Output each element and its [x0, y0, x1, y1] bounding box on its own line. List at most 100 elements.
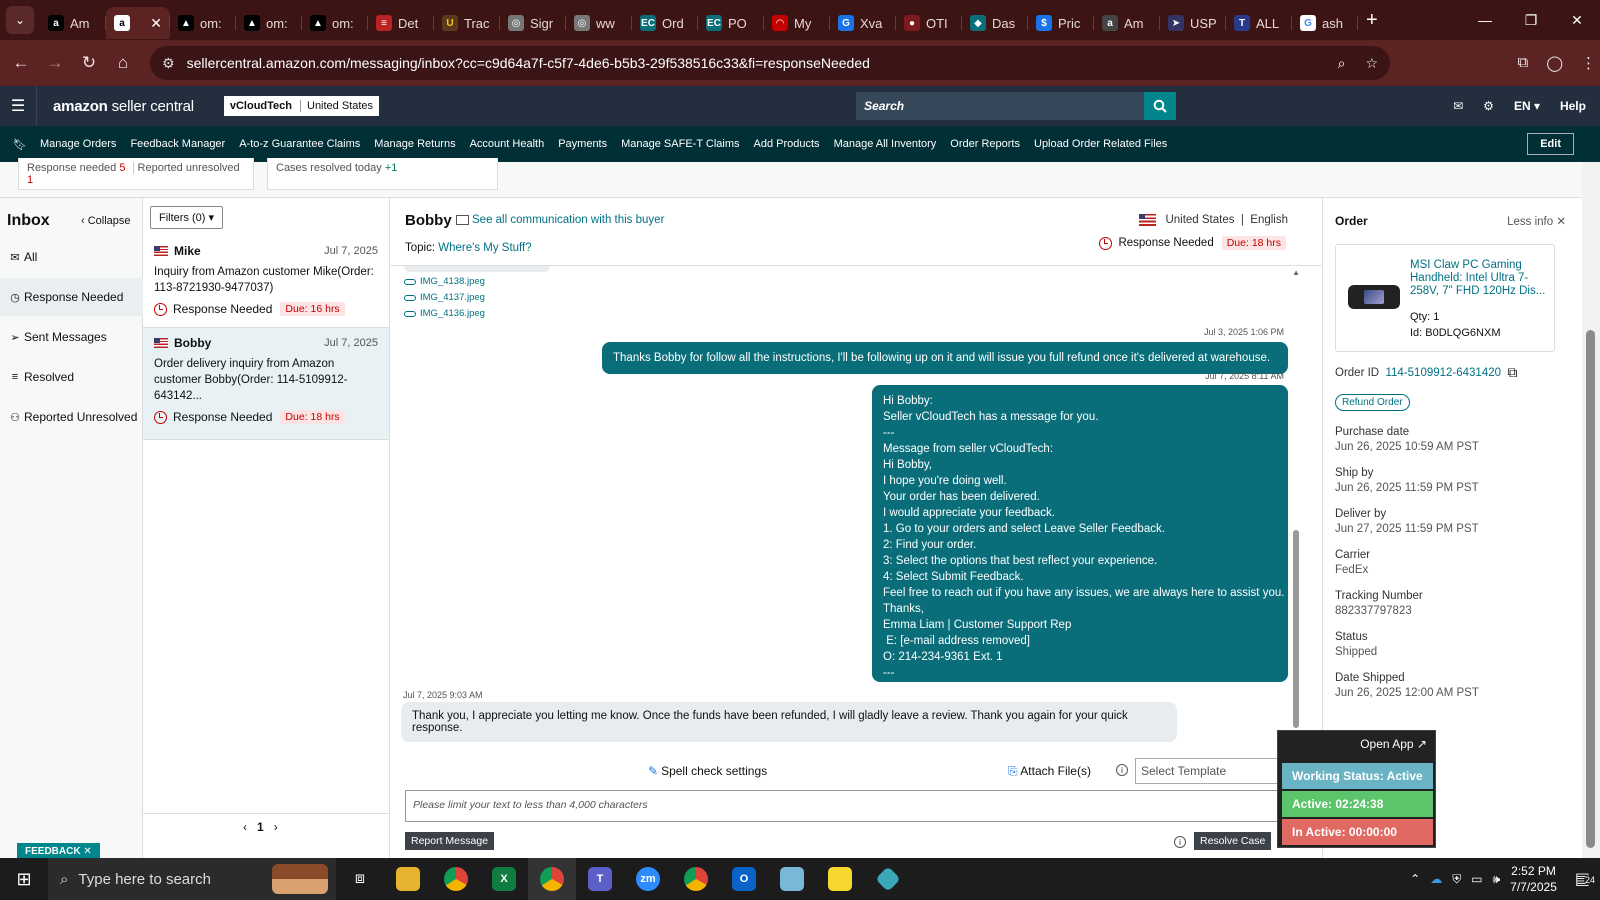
copy-icon[interactable]: ⧉ — [1507, 364, 1517, 381]
task-view-icon[interactable]: ⧈ — [336, 858, 384, 900]
outlook-icon[interactable]: O — [720, 858, 768, 900]
page-scrollbar[interactable] — [1582, 162, 1600, 858]
browser-tab[interactable]: ▲ om: — [236, 7, 302, 39]
chrome-icon[interactable] — [432, 858, 480, 900]
thread-scroll-thumb[interactable] — [1293, 530, 1299, 728]
close-window-icon[interactable]: ✕ — [1554, 12, 1600, 29]
taskbar-clock[interactable]: 2:52 PM 7/7/2025 — [1510, 863, 1557, 895]
tray-chevron-up-icon[interactable]: ⌃ — [1410, 872, 1420, 886]
url-bar[interactable]: ⚙ sellercentral.amazon.com/messaging/inb… — [150, 46, 1390, 80]
reload-icon[interactable]: ↻ — [72, 53, 106, 73]
browser-tab[interactable]: $ Pric — [1028, 7, 1094, 39]
help-link[interactable]: Help — [1560, 99, 1586, 113]
zoom-icon[interactable]: zm — [624, 858, 672, 900]
browser-tab[interactable]: G Xva — [830, 7, 896, 39]
bookmark-icon[interactable]: 🔖︎ — [0, 138, 40, 151]
new-tab-plus-icon[interactable]: + — [1366, 9, 1378, 32]
next-page-icon[interactable]: › — [274, 820, 278, 834]
profile-avatar-icon[interactable]: ◯ — [1546, 54, 1563, 72]
collapse-button[interactable]: ‹ Collapse — [81, 215, 131, 227]
taskbar-search[interactable]: ⌕ Type here to search — [48, 858, 336, 900]
browser-tab[interactable]: Gash — [1292, 7, 1358, 39]
list-item[interactable]: Mike Jul 7, 2025 Inquiry from Amazon cust… — [143, 236, 389, 328]
product-title-link[interactable]: MSI Claw PC Gaming Handheld: Intel Ultra… — [1410, 259, 1550, 298]
folder-sent-messages[interactable]: ➢ Sent Messages — [0, 318, 143, 356]
nav-item[interactable]: A-to-z Guarantee Claims — [239, 138, 360, 150]
extensions-puzzle-icon[interactable]: ⧉ — [1517, 54, 1528, 72]
browser-tab[interactable]: ◎ Sigr — [500, 7, 566, 39]
summary-card-response[interactable]: Response needed 5 Reported unresolved 1 — [18, 158, 254, 190]
account-switcher[interactable]: vCloudTech United States — [223, 96, 380, 116]
security-icon[interactable]: ⛨ — [1452, 872, 1461, 887]
report-message-button[interactable]: Report Message — [405, 832, 495, 850]
edit-nav-button[interactable]: Edit — [1527, 133, 1574, 155]
teams-icon[interactable]: T — [576, 858, 624, 900]
language-selector[interactable]: EN ▾ — [1514, 99, 1540, 113]
list-item-selected[interactable]: Bobby Jul 7, 2025 Order delivery inquiry … — [143, 328, 389, 440]
home-icon[interactable]: ⌂ — [106, 53, 140, 73]
search-icon[interactable] — [1144, 92, 1177, 120]
attach-files-button[interactable]: ⎘ Attach File(s) — [1008, 764, 1091, 779]
filters-button[interactable]: Filters (0) ▾ — [150, 206, 224, 229]
browser-tab[interactable]: ▲ om: — [170, 7, 236, 39]
see-all-communication-link[interactable]: See all communication with this buyer — [456, 214, 664, 226]
spell-check-settings-link[interactable]: ✎ Spell check settings — [648, 764, 767, 778]
order-id-link[interactable]: 114-5109912-6431420 — [1385, 367, 1501, 379]
restore-icon[interactable]: ❐ — [1508, 12, 1554, 29]
resolve-case-button[interactable]: Resolve Case — [1194, 832, 1272, 850]
browser-tab[interactable]: ● OTI — [896, 7, 962, 39]
back-arrow-icon[interactable]: ← — [4, 53, 38, 73]
folder-response-needed[interactable]: ◷ Response Needed — [0, 278, 143, 316]
browser-tab[interactable]: ◎ ww — [566, 7, 632, 39]
nav-item[interactable]: Payments — [558, 138, 607, 150]
nav-item[interactable]: Manage All Inventory — [834, 138, 937, 150]
message-thread[interactable]: IMG_4138.jpeg IMG_4137.jpeg IMG_4136.jpe… — [390, 266, 1322, 754]
topic-link[interactable]: Where's My Stuff? — [438, 242, 531, 254]
resolve-info-icon[interactable]: i — [1174, 836, 1186, 848]
browser-tab[interactable]: a Am — [40, 7, 106, 39]
attachment-link[interactable]: IMG_4138.jpeg — [404, 276, 485, 287]
site-info-icon[interactable]: ⚙ — [162, 55, 175, 72]
chrome-alt-icon[interactable] — [672, 858, 720, 900]
notepad-icon[interactable] — [768, 858, 816, 900]
tab-search-chevron-icon[interactable]: ⌄ — [6, 6, 34, 34]
reply-textbox[interactable]: Please limit your text to less than 4,00… — [405, 790, 1282, 822]
onedrive-icon[interactable]: ☁ — [1430, 872, 1442, 886]
refund-order-button[interactable]: Refund Order — [1335, 394, 1410, 411]
nav-item[interactable]: Account Health — [470, 138, 545, 150]
file-explorer-icon[interactable] — [384, 858, 432, 900]
browser-tab[interactable]: ≡ Det — [368, 7, 434, 39]
browser-menu-icon[interactable]: ⋮ — [1581, 54, 1596, 72]
browser-tab[interactable]: T ALL — [1226, 7, 1292, 39]
browser-tab[interactable]: a Am — [1094, 7, 1160, 39]
seller-central-logo[interactable]: amazon seller central — [36, 86, 194, 126]
attachment-link[interactable]: IMG_4136.jpeg — [404, 308, 485, 319]
less-info-button[interactable]: Less info ✕ — [1507, 214, 1566, 228]
excel-icon[interactable]: X — [480, 858, 528, 900]
browser-tab[interactable]: a ✕ — [106, 7, 170, 39]
settings-gear-icon[interactable]: ⚙ — [1483, 99, 1494, 113]
minimize-icon[interactable]: — — [1462, 12, 1508, 29]
bookmark-star-icon[interactable]: ☆ — [1365, 55, 1378, 72]
summary-card-resolved[interactable]: Cases resolved today +1 — [267, 158, 498, 190]
mail-icon[interactable]: ✉ — [1453, 99, 1463, 113]
product-image[interactable] — [1348, 285, 1400, 309]
forward-arrow-icon[interactable]: → — [38, 53, 72, 73]
sticky-notes-icon[interactable] — [816, 858, 864, 900]
windows-start-icon[interactable]: ⊞ — [0, 869, 48, 890]
browser-tab[interactable]: ◠ My — [764, 7, 830, 39]
nav-item[interactable]: Manage Returns — [374, 138, 455, 150]
browser-tab[interactable]: ▲ om: — [302, 7, 368, 39]
browser-tab[interactable]: EC PO — [698, 7, 764, 39]
page-scroll-thumb[interactable] — [1586, 330, 1595, 848]
folder-resolved[interactable]: ≡ Resolved — [0, 358, 143, 396]
nav-item[interactable]: Manage SAFE-T Claims — [621, 138, 739, 150]
template-info-icon[interactable]: i — [1116, 764, 1128, 776]
zoom-icon[interactable]: ⌕ — [1338, 55, 1346, 72]
nav-item[interactable]: Feedback Manager — [130, 138, 225, 150]
nav-item[interactable]: Manage Orders — [40, 138, 116, 150]
app-diamond-icon[interactable] — [864, 858, 912, 900]
scroll-up-arrow-icon[interactable]: ▲ — [1292, 268, 1300, 277]
nav-item[interactable]: Order Reports — [950, 138, 1020, 150]
browser-tab[interactable]: U Trac — [434, 7, 500, 39]
